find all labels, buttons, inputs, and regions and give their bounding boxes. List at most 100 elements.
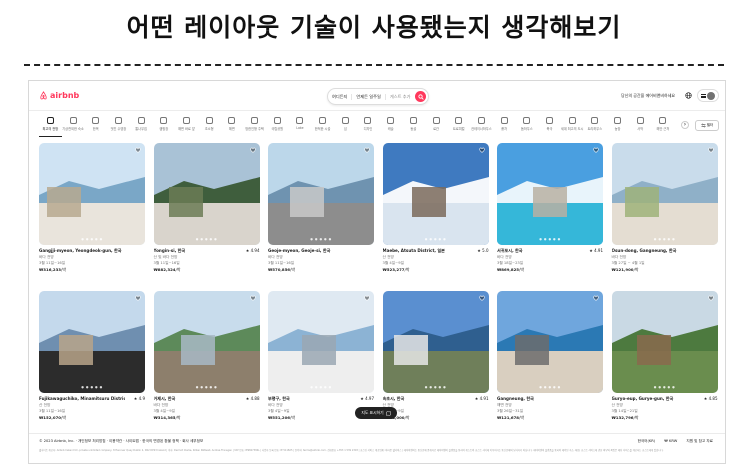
listing-image bbox=[268, 143, 374, 245]
listing-photo[interactable]: ● ● ● ● ● bbox=[268, 291, 374, 393]
category-tab[interactable]: 사막 bbox=[629, 117, 652, 137]
listing-card[interactable]: ● ● ● ● ● Guryo-eup, Gurye-gun, 한국 ★ 4.85 산… bbox=[611, 291, 718, 431]
listing-info: Gangjji-myeon, Yeongdeok-gun, 한국 바다 전망 3월 … bbox=[39, 245, 145, 283]
search-bar[interactable]: 여디든지 언제든 일주일 게스트 추가 bbox=[327, 88, 429, 105]
heart-icon[interactable] bbox=[707, 295, 714, 301]
price-unit: /박 bbox=[175, 415, 181, 420]
listing-card[interactable]: ● ● ● ● ● 속초시, 한국 ★ 4.91 산 전망 3월 4일~9일₩238,0… bbox=[382, 291, 489, 431]
category-tab[interactable]: 멋진 수영장 bbox=[107, 117, 130, 137]
heart-icon[interactable] bbox=[593, 295, 599, 301]
heart-icon[interactable] bbox=[478, 295, 485, 301]
heart-icon[interactable] bbox=[364, 295, 370, 301]
category-tab[interactable]: 캐슬 bbox=[379, 117, 402, 137]
carousel-dots[interactable]: ● ● ● ● ● bbox=[497, 385, 603, 389]
carousel-dots[interactable]: ● ● ● ● ● bbox=[268, 385, 374, 389]
carousel-dots[interactable]: ● ● ● ● ● bbox=[268, 237, 374, 241]
category-tab[interactable]: 트리하우스 bbox=[584, 117, 607, 137]
category-tab[interactable]: 돔하우스 bbox=[515, 117, 538, 137]
price-amount: ₩570,856 bbox=[268, 267, 291, 272]
heart-icon[interactable] bbox=[478, 147, 485, 153]
globe-icon[interactable] bbox=[685, 92, 692, 99]
chevron-right-icon[interactable]: › bbox=[681, 121, 689, 129]
search-who[interactable]: 게스트 추가 bbox=[386, 94, 415, 100]
category-tab[interactable]: 농장 bbox=[606, 117, 629, 137]
search-button[interactable] bbox=[415, 91, 426, 102]
category-tab[interactable]: 최고의 전망 bbox=[39, 117, 62, 137]
category-tab[interactable]: 국립공원 bbox=[266, 117, 289, 137]
carousel-dots[interactable]: ● ● ● ● ● bbox=[39, 385, 145, 389]
support-link[interactable]: 지원 및 참고 자료 bbox=[686, 439, 713, 443]
listing-card[interactable]: ● ● ● ● ● Maebe, Atsuta District, 일본 ★ 5.0… bbox=[382, 143, 489, 283]
category-tab[interactable]: 트로피컬 bbox=[447, 117, 470, 137]
listing-card[interactable]: ● ● ● ● ● Yongin-si, 한국 ★ 4.94 산 및 바다 전망 3월 … bbox=[153, 143, 260, 283]
heart-icon[interactable] bbox=[135, 295, 141, 301]
host-link[interactable]: 당신의 공간을 에어비앤비하세요 bbox=[621, 93, 675, 99]
user-menu-button[interactable] bbox=[697, 89, 719, 102]
carousel-dots[interactable]: ● ● ● ● ● bbox=[612, 237, 718, 241]
heart-icon[interactable] bbox=[593, 147, 599, 153]
category-tab[interactable]: 풍차 bbox=[493, 117, 516, 137]
category-label: 방한인형 주택 bbox=[245, 127, 264, 131]
carousel-dots[interactable]: ● ● ● ● ● bbox=[383, 385, 489, 389]
currency-selector[interactable]: ₩ KRW bbox=[664, 439, 677, 443]
listing-photo[interactable]: ● ● ● ● ● bbox=[382, 291, 489, 393]
category-tab[interactable]: 한적한 시골 bbox=[311, 117, 334, 137]
search-where[interactable]: 여디든지 bbox=[328, 93, 353, 100]
listing-card[interactable]: ● ● ● ● ● 거제시, 한국 ★ 4.88 바다 전망 3월 4일~9일 ₩314,… bbox=[153, 291, 260, 431]
listing-photo[interactable]: ● ● ● ● ● bbox=[268, 143, 374, 245]
category-tab[interactable]: 해안 근처 bbox=[652, 117, 675, 137]
listing-photo[interactable]: ● ● ● ● ● bbox=[153, 143, 260, 245]
category-tab[interactable]: 한옥 bbox=[84, 117, 107, 137]
airbnb-logo[interactable]: airbnb bbox=[39, 91, 79, 100]
heart-icon[interactable] bbox=[135, 147, 141, 153]
listing-view: 바다 전망 bbox=[497, 255, 512, 259]
filter-button[interactable]: 필터 bbox=[695, 120, 719, 131]
listing-photo[interactable]: ● ● ● ● ● bbox=[497, 291, 603, 393]
heart-icon[interactable] bbox=[249, 147, 256, 153]
listing-photo[interactable]: ● ● ● ● ● bbox=[39, 291, 145, 393]
listing-card[interactable]: ● ● ● ● ● Fujikawaguchiko, Minamitsuru Di… bbox=[39, 291, 145, 431]
category-tab[interactable]: 디자인 bbox=[357, 117, 380, 137]
search-when[interactable]: 언제든 일주일 bbox=[352, 93, 386, 100]
listing-photo[interactable]: ● ● ● ● ● bbox=[497, 143, 603, 245]
listing-photo[interactable]: ● ● ● ● ● bbox=[611, 143, 718, 245]
category-tab[interactable]: 해변 바로 앞 bbox=[175, 117, 198, 137]
category-tab[interactable]: 초소형 bbox=[198, 117, 221, 137]
category-tab[interactable]: 방한인형 주택 bbox=[243, 117, 266, 137]
listing-rating: ★ 4.91 bbox=[474, 396, 489, 401]
carousel-dots[interactable]: ● ● ● ● ● bbox=[497, 237, 603, 241]
carousel-dots[interactable]: ● ● ● ● ● bbox=[383, 237, 489, 241]
listing-card[interactable]: ● ● ● ● ● Gangneung, 한국 해변 전망 3월 26일~31일 ₩12… bbox=[497, 291, 603, 431]
category-tab[interactable]: Lake bbox=[289, 117, 312, 137]
heart-icon[interactable] bbox=[364, 147, 370, 153]
category-tab[interactable]: 료칸 bbox=[425, 117, 448, 137]
category-tab[interactable]: 기상천외한 숙소 bbox=[62, 117, 85, 137]
carousel-dots[interactable]: ● ● ● ● ● bbox=[39, 237, 145, 241]
carousel-dots[interactable]: ● ● ● ● ● bbox=[612, 385, 718, 389]
category-tab[interactable]: 컨테이너하우스 bbox=[470, 117, 493, 137]
carousel-dots[interactable]: ● ● ● ● ● bbox=[154, 237, 260, 241]
listing-card[interactable]: ● ● ● ● ● Geoje-myeon, Geoje-si, 한국 바다 전망 3… bbox=[268, 143, 374, 283]
listing-card[interactable]: ● ● ● ● ● Osun-dong, Gangneung, 한국 바다 전망 3월… bbox=[611, 143, 718, 283]
heart-icon[interactable] bbox=[249, 295, 256, 301]
listing-photo[interactable]: ● ● ● ● ● bbox=[153, 291, 260, 393]
category-tab[interactable]: 세계 최고의 도시 bbox=[561, 117, 584, 137]
listing-photo[interactable]: ● ● ● ● ● bbox=[382, 143, 489, 245]
listing-photo[interactable]: ● ● ● ● ● bbox=[39, 143, 145, 245]
category-tab[interactable]: 북극 bbox=[538, 117, 561, 137]
listing-dates: 3월 26일~31일 bbox=[497, 409, 524, 413]
footer-links[interactable]: © 2023 Airbnb, Inc. · 개인정보 처리방침 · 이용약관 ·… bbox=[39, 439, 203, 444]
listing-card[interactable]: ● ● ● ● ● 서귀포시, 한국 ★ 4.91 바다 전망 3월 18일~23일 ₩8… bbox=[497, 143, 603, 283]
category-tab[interactable]: 통나무집 bbox=[130, 117, 153, 137]
language-selector[interactable]: 한국어(KR) bbox=[638, 439, 656, 443]
category-tab[interactable]: 섬 bbox=[334, 117, 357, 137]
heart-icon[interactable] bbox=[707, 147, 714, 153]
category-tab[interactable]: 동굴 bbox=[402, 117, 425, 137]
carousel-dots[interactable]: ● ● ● ● ● bbox=[154, 385, 260, 389]
category-tab[interactable]: 해변 bbox=[221, 117, 244, 137]
listing-photo[interactable]: ● ● ● ● ● bbox=[611, 291, 718, 393]
show-map-button[interactable]: 지도 표시하기 bbox=[355, 407, 397, 419]
category-bar: 최고의 전망 기상천외한 숙소 한옥 멋진 수영장 통나무집 캠핑장 해변 바로 앞 초소형 해… bbox=[39, 117, 679, 137]
category-tab[interactable]: 캠핑장 bbox=[152, 117, 175, 137]
listing-card[interactable]: ● ● ● ● ● Gangjji-myeon, Yeongdeok-gun, 한… bbox=[39, 143, 145, 283]
